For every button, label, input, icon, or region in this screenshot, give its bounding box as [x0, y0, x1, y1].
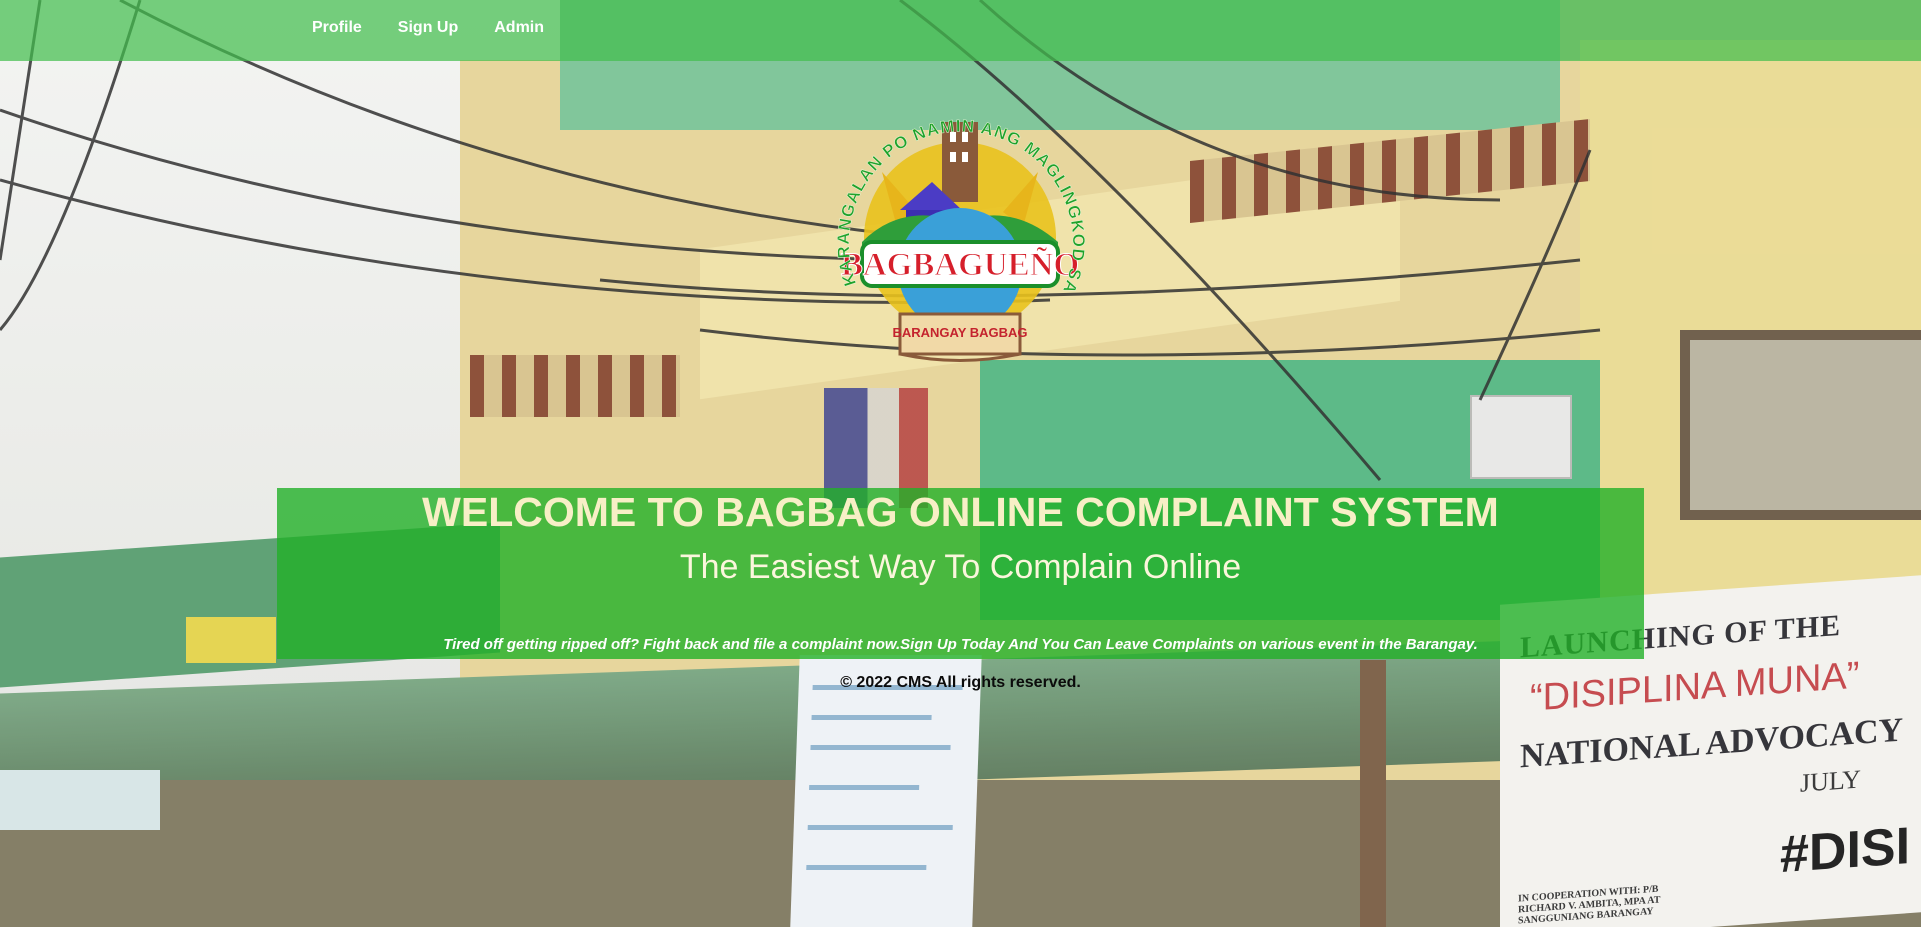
- top-navbar: Profile Sign Up Admin: [0, 0, 1921, 61]
- hero-panel: WELCOME TO BAGBAG ONLINE COMPLAINT SYSTE…: [277, 488, 1644, 659]
- nav-profile-link[interactable]: Profile: [312, 19, 362, 37]
- logo-name: BAGBAGUEÑO: [841, 246, 1079, 283]
- hero-description: Tired off getting ripped off? Fight back…: [443, 636, 1478, 653]
- footer-copyright: © 2022 CMS All rights reserved.: [840, 674, 1081, 691]
- barangay-bagbag-logo: BAGBAGUEÑO BARANGAY BAGBAG KARANGALAN PO…: [822, 92, 1087, 362]
- nav-links: Profile Sign Up Admin: [312, 19, 544, 37]
- nav-signup-link[interactable]: Sign Up: [398, 19, 458, 37]
- page-title: WELCOME TO BAGBAG ONLINE COMPLAINT SYSTE…: [422, 489, 1499, 535]
- nav-admin-link[interactable]: Admin: [494, 19, 544, 37]
- page-subtitle: The Easiest Way To Complain Online: [679, 548, 1242, 586]
- logo-subtitle: BARANGAY BAGBAG: [892, 325, 1027, 340]
